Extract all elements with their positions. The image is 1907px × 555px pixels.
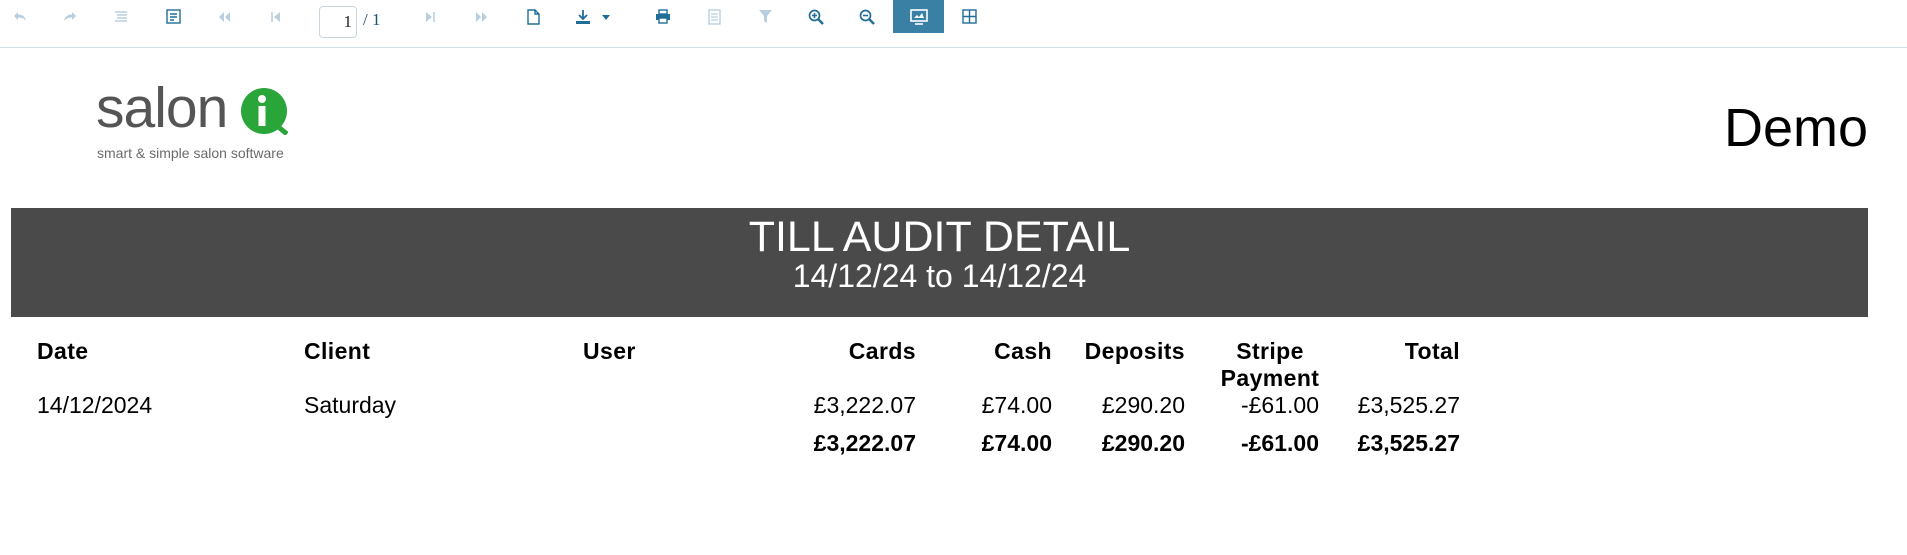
zoom-out-button[interactable] — [855, 0, 879, 33]
report-title: TILL AUDIT DETAIL — [748, 213, 1131, 261]
report-viewer-toolbar: / 1 — [0, 0, 1907, 48]
page-setup-button[interactable] — [702, 0, 726, 33]
total-stripe: -£61.00 — [1240, 430, 1319, 456]
redo-button[interactable] — [58, 0, 82, 33]
row-deposits: £290.20 — [1101, 392, 1185, 418]
print-layout-button[interactable] — [521, 0, 545, 33]
first-page-button[interactable] — [212, 0, 236, 33]
col-stripe-header-line1: Stripe — [1236, 338, 1304, 364]
report-date-range: 14/12/24 to 14/12/24 — [792, 258, 1087, 294]
redo-icon — [64, 11, 76, 21]
col-date-header: Date — [37, 338, 89, 364]
zoom-in-button[interactable] — [804, 0, 828, 33]
filter-button[interactable] — [753, 0, 777, 33]
next-page-button[interactable] — [418, 0, 442, 33]
logo-tagline: smart & simple salon software — [97, 145, 284, 161]
previous-page-icon — [271, 11, 280, 22]
row-date: 14/12/2024 — [37, 392, 153, 418]
row-stripe: -£61.00 — [1240, 392, 1319, 418]
page-total-label: / 1 — [363, 10, 381, 29]
zoom-out-icon — [859, 9, 875, 25]
undo-button[interactable] — [8, 0, 32, 33]
col-deposits-header: Deposits — [1084, 338, 1185, 364]
current-page-input[interactable] — [319, 6, 357, 38]
total-cards: £3,222.07 — [813, 430, 916, 456]
company-name: Demo — [1723, 98, 1868, 158]
col-cards-header: Cards — [848, 338, 916, 364]
fullscreen-icon — [909, 8, 928, 25]
first-page-icon — [219, 11, 230, 22]
total-deposits: £290.20 — [1101, 430, 1185, 456]
row-client: Saturday — [304, 392, 397, 418]
last-page-button[interactable] — [470, 0, 494, 33]
col-client-header: Client — [304, 338, 371, 364]
total-cash: £74.00 — [981, 430, 1052, 456]
row-total: £3,525.27 — [1357, 392, 1460, 418]
multipage-icon — [961, 9, 977, 24]
total-total: £3,525.27 — [1357, 430, 1460, 456]
print-icon — [656, 9, 670, 24]
export-dropdown-button[interactable] — [570, 0, 620, 33]
next-page-icon — [426, 11, 435, 22]
undo-icon — [14, 11, 26, 21]
filter-icon — [758, 10, 772, 23]
col-stripe-header-line2: Payment — [1220, 365, 1320, 391]
report-title-banner: TILL AUDIT DETAIL 14/12/24 to 14/12/24 — [11, 208, 1868, 317]
export-icon — [576, 9, 610, 24]
zoom-in-icon — [808, 9, 824, 25]
col-user-header: User — [583, 338, 636, 364]
col-total-header: Total — [1404, 338, 1460, 364]
parameters-button[interactable] — [161, 0, 185, 33]
page-setup-icon — [707, 8, 721, 25]
fullscreen-button[interactable] — [893, 0, 944, 33]
last-page-icon — [476, 11, 487, 22]
logo-wordmark: salon — [96, 76, 228, 140]
row-cash: £74.00 — [981, 392, 1052, 418]
print-layout-icon — [526, 8, 540, 25]
col-cash-header: Cash — [994, 338, 1052, 364]
multipage-button[interactable] — [957, 0, 981, 33]
document-map-button[interactable] — [109, 0, 133, 33]
row-cards: £3,222.07 — [813, 392, 916, 418]
document-map-icon — [115, 11, 127, 22]
print-button[interactable] — [651, 0, 675, 33]
parameters-icon — [165, 9, 181, 24]
logo-i-icon — [241, 88, 288, 135]
col-stripe-header: Stripe Payment — [1200, 338, 1340, 392]
previous-page-button[interactable] — [264, 0, 288, 33]
